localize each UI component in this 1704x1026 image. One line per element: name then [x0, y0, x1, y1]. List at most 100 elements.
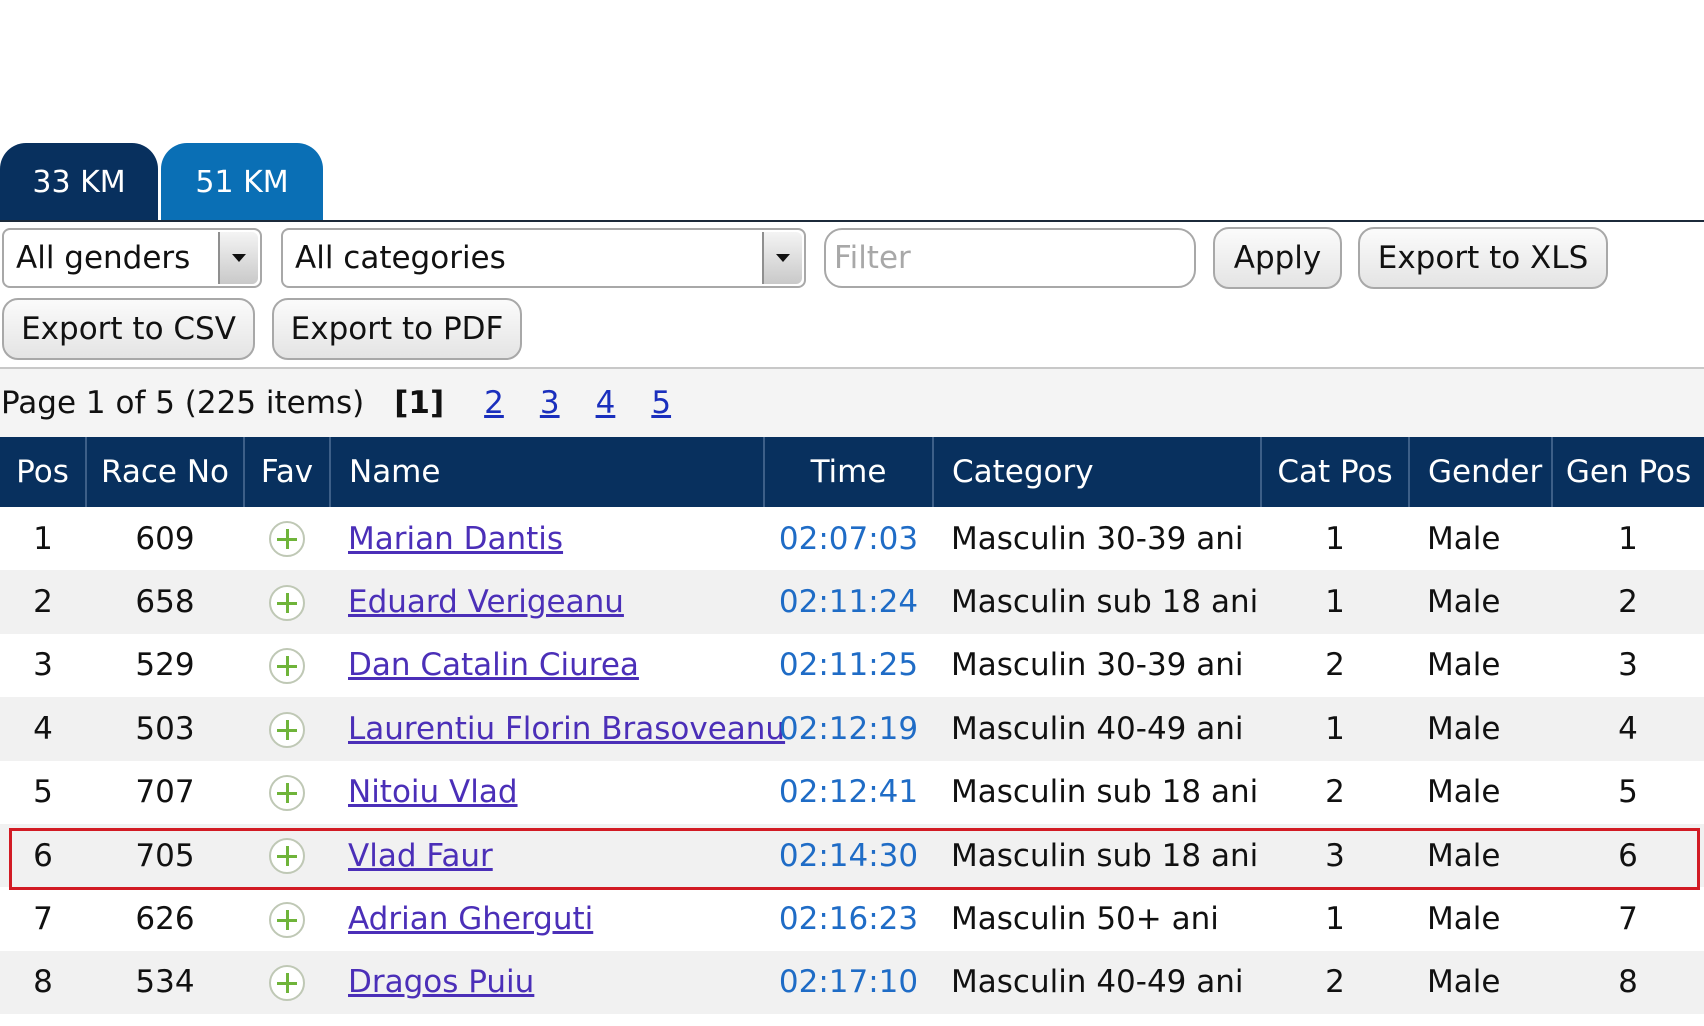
cell-cat-pos: 1 — [1261, 887, 1409, 951]
cell-pos: 8 — [0, 950, 86, 1015]
cell-pos: 1 — [0, 507, 86, 571]
category-select[interactable]: All categories — [281, 228, 806, 288]
add-favorite-icon[interactable] — [269, 711, 305, 748]
cell-gen-pos: 1 — [1552, 507, 1704, 571]
pager-page-3[interactable]: 3 — [540, 385, 560, 421]
column-header-name[interactable]: Name — [330, 437, 765, 507]
cell-race-no: 534 — [86, 950, 244, 1015]
cell-time: 02:11:24 — [764, 570, 933, 634]
cell-gen-pos: 7 — [1552, 887, 1704, 951]
table-row: 7 626 Adrian Gherguti 02:16:23 Masculin … — [0, 887, 1704, 951]
apply-button[interactable]: Apply — [1213, 227, 1342, 289]
cell-fav — [244, 760, 330, 824]
cell-gen-pos: 2 — [1552, 570, 1704, 634]
cell-race-no: 707 — [86, 760, 244, 824]
column-header-category[interactable]: Category — [933, 437, 1262, 507]
cell-time: 02:12:19 — [764, 697, 933, 761]
column-header-fav[interactable]: Fav — [244, 437, 331, 507]
cell-gen-pos: 6 — [1552, 823, 1704, 888]
runner-name-link[interactable]: Dan Catalin Ciurea — [348, 647, 639, 683]
runner-name-link[interactable]: Laurentiu Florin Brasoveanu — [348, 711, 785, 747]
pager-page-2[interactable]: 2 — [484, 385, 504, 421]
cell-time: 02:12:41 — [764, 760, 933, 824]
cell-race-no: 626 — [86, 887, 244, 951]
cell-fav — [244, 887, 330, 951]
cell-cat-pos: 1 — [1261, 570, 1409, 634]
table-row: 6 705 Vlad Faur 02:14:30 Masculin sub 18… — [0, 823, 1704, 888]
runner-name-link[interactable]: Vlad Faur — [348, 838, 493, 874]
cell-name: Adrian Gherguti — [330, 887, 764, 951]
pager-current-page: [1] — [394, 385, 445, 421]
table-row: 1 609 Marian Dantis 02:07:03 Masculin 30… — [0, 507, 1704, 571]
cell-cat-pos: 2 — [1261, 760, 1409, 824]
cell-gender: Male — [1409, 633, 1552, 698]
add-favorite-icon[interactable] — [269, 648, 305, 685]
cell-name: Nitoiu Vlad — [330, 760, 764, 824]
add-favorite-icon[interactable] — [269, 584, 305, 621]
add-favorite-icon[interactable] — [269, 901, 305, 938]
filter-input[interactable] — [824, 228, 1196, 288]
column-header-pos[interactable]: Pos — [0, 437, 87, 507]
cell-time: 02:11:25 — [764, 633, 933, 698]
cell-cat-pos: 1 — [1261, 507, 1409, 571]
column-header-gender[interactable]: Gender — [1409, 437, 1553, 507]
cell-category: Masculin 40-49 ani — [933, 950, 1261, 1015]
table-header-row: Pos Race No Fav Name Time Category Cat P… — [0, 437, 1704, 507]
cell-time: 02:14:30 — [764, 823, 933, 888]
runner-name-link[interactable]: Marian Dantis — [348, 521, 563, 557]
cell-pos: 3 — [0, 633, 86, 698]
cell-time: 02:17:10 — [764, 950, 933, 1015]
table-row: 5 707 Nitoiu Vlad 02:12:41 Masculin sub … — [0, 760, 1704, 824]
cell-category: Masculin sub 18 ani — [933, 760, 1261, 824]
table-row: 8 534 Dragos Puiu 02:17:10 Masculin 40-4… — [0, 950, 1704, 1015]
cell-race-no: 609 — [86, 507, 244, 571]
runner-name-link[interactable]: Dragos Puiu — [348, 964, 534, 1000]
add-favorite-icon[interactable] — [269, 838, 305, 875]
results-table: Pos Race No Fav Name Time Category Cat P… — [0, 437, 1704, 1015]
cell-cat-pos: 1 — [1261, 697, 1409, 761]
table-row: 4 503 Laurentiu Florin Brasoveanu 02:12:… — [0, 697, 1704, 761]
pager-page-5[interactable]: 5 — [651, 385, 671, 421]
cell-category: Masculin 50+ ani — [933, 887, 1261, 951]
add-favorite-icon[interactable] — [269, 965, 305, 1002]
column-header-gen-pos[interactable]: Gen Pos — [1552, 437, 1704, 507]
pager: Page 1 of 5 (225 items) [1] 2 3 4 5 — [0, 369, 1704, 437]
export-pdf-button[interactable]: Export to PDF — [272, 298, 522, 360]
cell-category: Masculin sub 18 ani — [933, 823, 1261, 888]
column-header-race-no[interactable]: Race No — [86, 437, 245, 507]
runner-name-link[interactable]: Adrian Gherguti — [348, 901, 593, 937]
add-favorite-icon[interactable] — [269, 521, 305, 558]
cell-name: Laurentiu Florin Brasoveanu — [330, 697, 785, 761]
export-xls-button[interactable]: Export to XLS — [1358, 227, 1608, 289]
add-favorite-icon[interactable] — [269, 775, 305, 811]
cell-fav — [244, 507, 330, 571]
cell-name: Dan Catalin Ciurea — [330, 633, 764, 698]
cell-cat-pos: 3 — [1261, 823, 1409, 888]
column-header-time[interactable]: Time — [764, 437, 934, 507]
pager-page-4[interactable]: 4 — [596, 385, 616, 421]
cell-name: Marian Dantis — [330, 507, 764, 571]
distance-tabs: 33 KM 51 KM — [0, 143, 326, 221]
gender-select[interactable]: All genders — [2, 228, 262, 288]
cell-pos: 4 — [0, 697, 86, 761]
filter-toolbar: All genders All categories Apply Export … — [0, 222, 1704, 367]
cell-category: Masculin 30-39 ani — [933, 633, 1261, 698]
cell-gen-pos: 5 — [1552, 760, 1704, 824]
chevron-down-icon[interactable] — [218, 232, 258, 284]
cell-race-no: 658 — [86, 570, 244, 634]
tab-51km[interactable]: 51 KM — [161, 143, 323, 221]
column-header-cat-pos[interactable]: Cat Pos — [1261, 437, 1410, 507]
cell-gender: Male — [1409, 507, 1552, 571]
cell-fav — [244, 570, 330, 634]
tab-33km[interactable]: 33 KM — [0, 143, 158, 221]
cell-cat-pos: 2 — [1261, 950, 1409, 1015]
runner-name-link[interactable]: Eduard Verigeanu — [348, 584, 624, 620]
runner-name-link[interactable]: Nitoiu Vlad — [348, 774, 518, 810]
cell-gender: Male — [1409, 823, 1552, 888]
chevron-down-icon[interactable] — [762, 232, 802, 284]
cell-time: 02:07:03 — [764, 507, 933, 571]
cell-race-no: 705 — [86, 823, 244, 888]
cell-category: Masculin sub 18 ani — [933, 570, 1261, 634]
export-csv-button[interactable]: Export to CSV — [2, 298, 255, 360]
cell-gender: Male — [1409, 950, 1552, 1015]
